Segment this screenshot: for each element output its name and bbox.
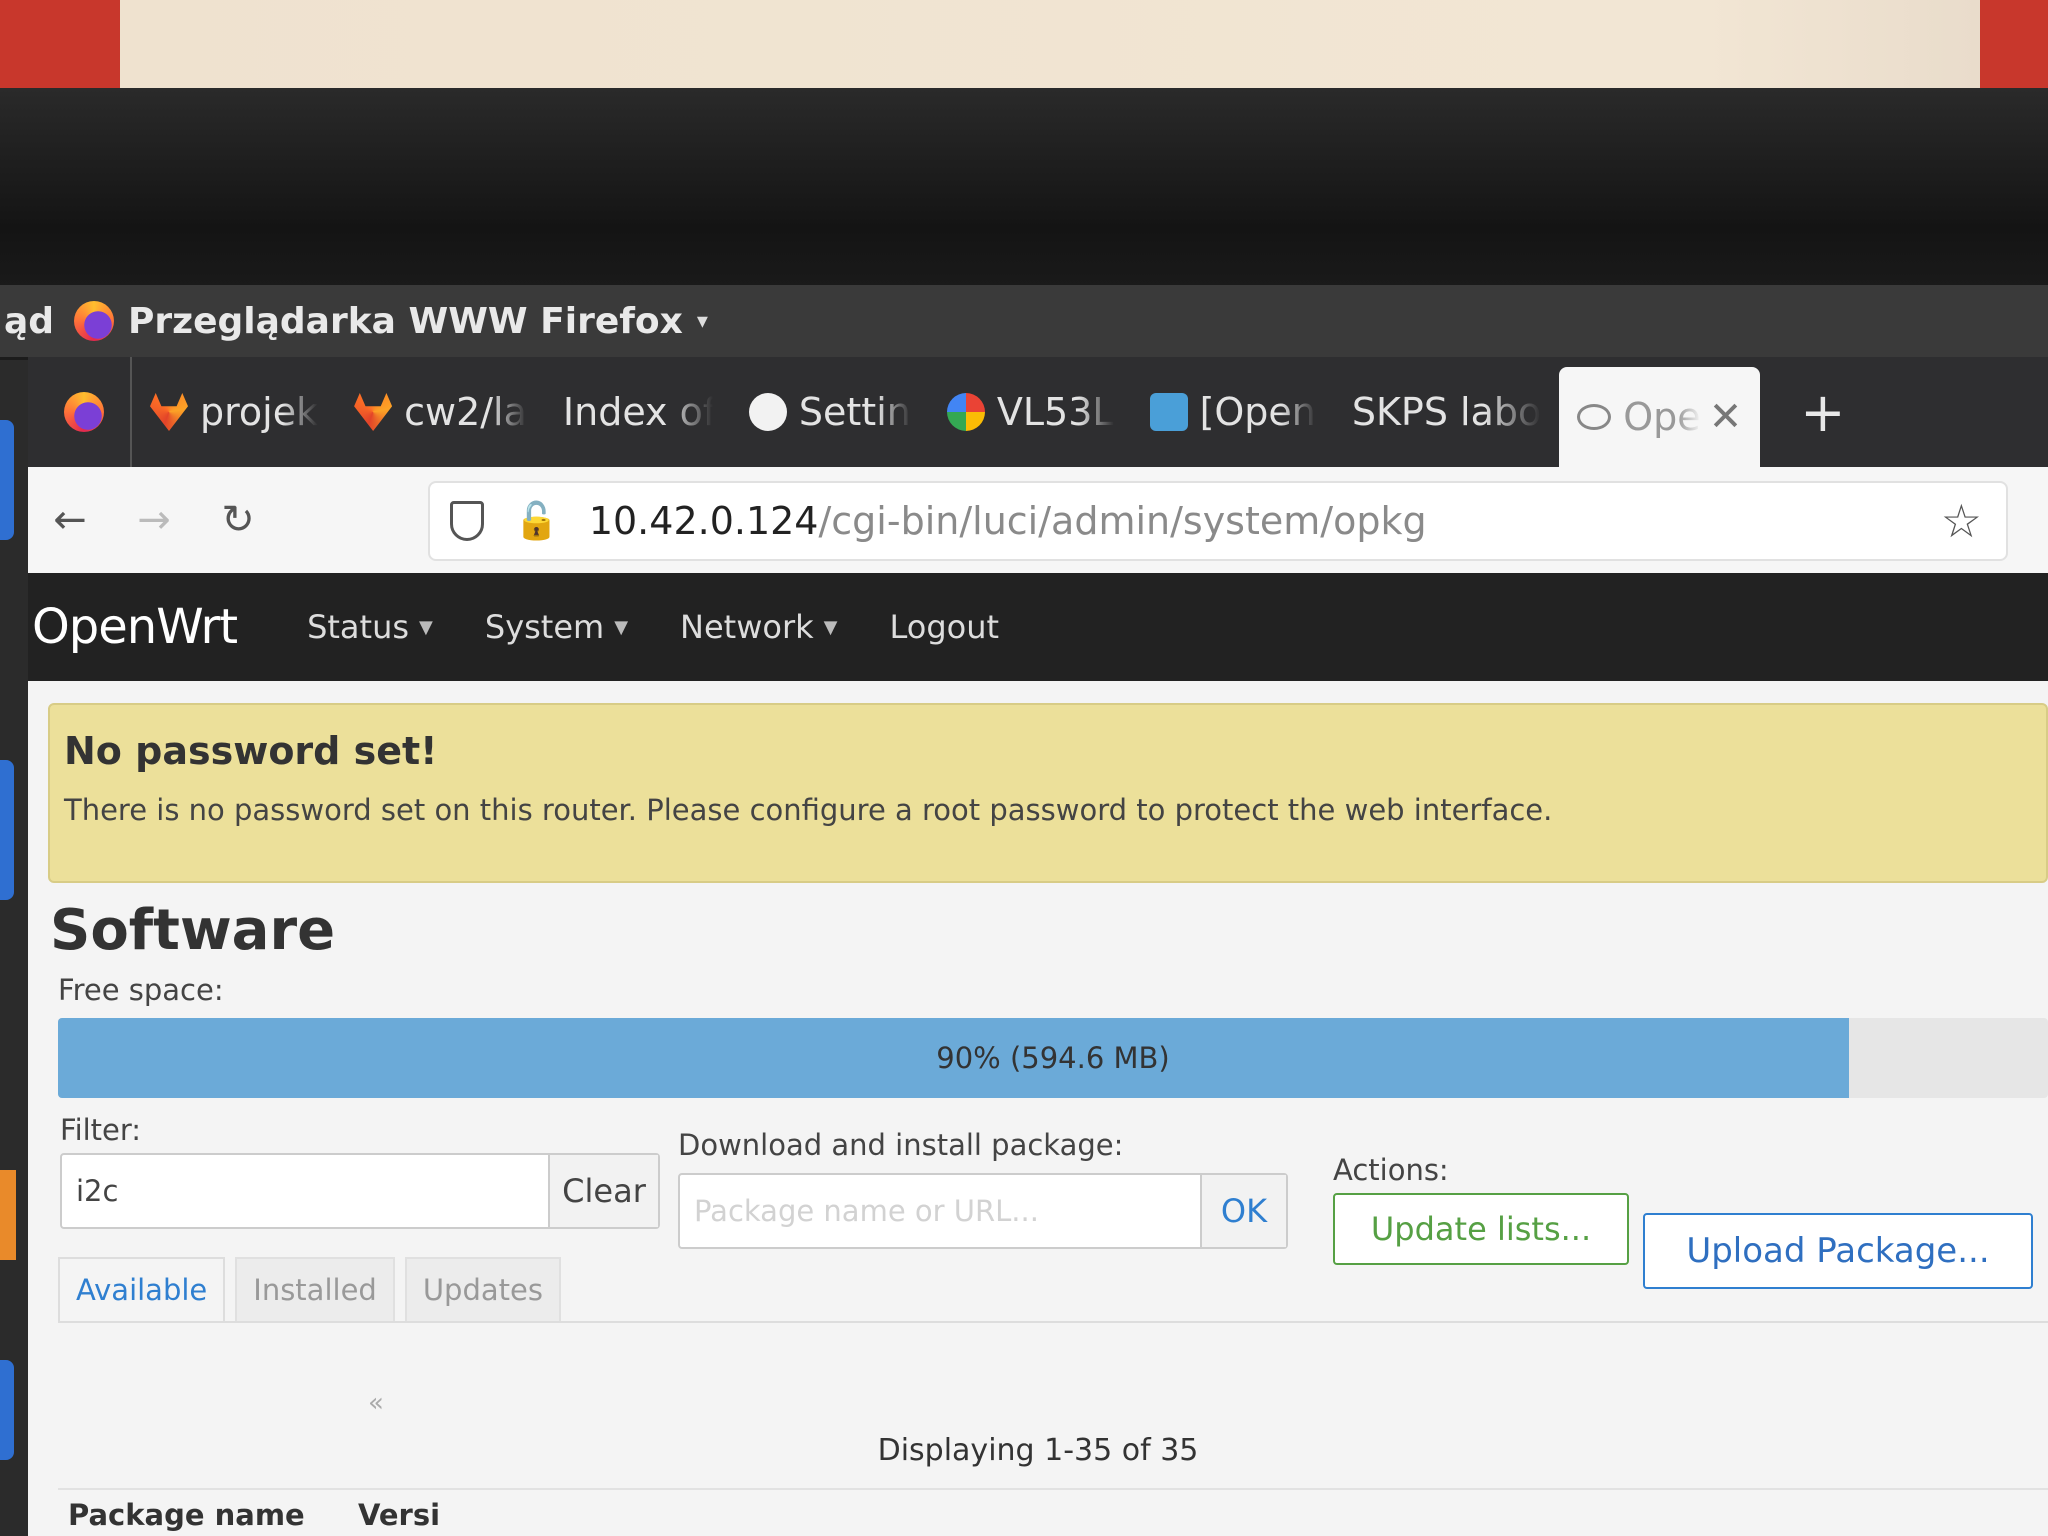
openwrt-header: OpenWrt Status ▼ System ▼ Network ▼ Logo…: [28, 573, 2048, 681]
tab-installed[interactable]: Installed: [235, 1257, 395, 1321]
pager-prev-button[interactable]: «: [368, 1388, 384, 1418]
tab-label: Settin: [798, 390, 911, 434]
table-divider: [58, 1488, 2048, 1490]
clear-button[interactable]: Clear: [548, 1155, 658, 1227]
menu-logout[interactable]: Logout: [890, 608, 1000, 646]
brand-logo[interactable]: OpenWrt: [32, 599, 238, 655]
free-space-label: Free space:: [58, 973, 224, 1007]
download-label: Download and install package:: [678, 1128, 1124, 1162]
free-space-text: 90% (594.6 MB): [936, 1041, 1170, 1075]
chevron-down-icon: ▼: [823, 616, 838, 638]
filter-input[interactable]: [62, 1155, 548, 1227]
dock-edge: [0, 360, 28, 1536]
filter-group: Clear: [60, 1153, 660, 1229]
no-password-alert: No password set! There is no password se…: [48, 703, 2048, 883]
menu-system[interactable]: System ▼: [485, 608, 628, 646]
browser-tab[interactable]: [Open: [1132, 357, 1334, 467]
alert-title: No password set!: [64, 729, 438, 773]
tab-label: projek: [200, 390, 319, 434]
app-icon: [1149, 393, 1188, 431]
background-wall: [0, 0, 2048, 100]
menu-network[interactable]: Network ▼: [680, 608, 837, 646]
menu-label: Network: [680, 608, 814, 646]
tab-label: Index of /: [562, 390, 713, 434]
browser-tab[interactable]: cw2/la: [336, 357, 545, 467]
gitlab-icon: [354, 393, 393, 431]
actions-label: Actions:: [1333, 1153, 1449, 1187]
reload-button[interactable]: ↻: [196, 497, 280, 543]
chevron-down-icon[interactable]: ▾: [697, 309, 708, 334]
column-version[interactable]: Versi: [358, 1498, 440, 1532]
filter-label: Filter:: [60, 1113, 142, 1147]
ok-button[interactable]: OK: [1200, 1175, 1286, 1247]
column-package-name[interactable]: Package name: [68, 1498, 305, 1532]
browser-tab-active[interactable]: Ope ✕: [1559, 367, 1761, 467]
url-bar[interactable]: 🔓 10.42.0.124 /cgi-bin/luci/admin/system…: [428, 481, 2008, 561]
tab-updates[interactable]: Updates: [404, 1257, 561, 1321]
menu-label: System: [484, 608, 605, 646]
browser-tab[interactable]: VL53L: [929, 357, 1132, 467]
chevron-down-icon: ▼: [614, 616, 629, 638]
insecure-lock-icon[interactable]: 🔓: [514, 500, 559, 542]
new-tab-button[interactable]: +: [1800, 381, 1845, 444]
tab-label: SKPS labo: [1351, 390, 1542, 434]
pager-status: Displaying 1-35 of 35: [877, 1433, 1199, 1468]
topbar-fragment: ąd: [4, 300, 55, 342]
topbar-app-name[interactable]: Przeglądarka WWW Firefox: [128, 301, 683, 342]
tab-available[interactable]: Available: [58, 1257, 226, 1321]
download-group: OK: [678, 1173, 1288, 1249]
desktop-topbar: ąd Przeglądarka WWW Firefox ▾: [0, 285, 2048, 357]
tab-label: VL53L: [996, 390, 1114, 434]
page-title: Software: [50, 898, 336, 963]
google-icon: [946, 393, 985, 431]
url-host: 10.42.0.124: [588, 499, 819, 543]
free-space-bar: 90% (594.6 MB): [58, 1018, 2048, 1098]
shield-icon[interactable]: [450, 501, 484, 541]
firefox-icon: [74, 301, 114, 341]
package-url-input[interactable]: [680, 1175, 1200, 1247]
tab-label: cw2/la: [404, 390, 527, 434]
gitlab-icon: [150, 393, 188, 431]
firefox-icon: [64, 392, 104, 432]
github-icon: [748, 393, 787, 431]
close-icon[interactable]: ✕: [1709, 394, 1743, 440]
menu-label: Logout: [889, 608, 1000, 646]
menu-status[interactable]: Status ▼: [307, 608, 433, 646]
browser-tab[interactable]: projek: [132, 357, 336, 467]
menu-label: Status: [307, 608, 410, 646]
browser-tab-strip: projek cw2/la Index of / Settin VL53L [O…: [28, 357, 2048, 467]
browser-tab[interactable]: Settin: [731, 357, 929, 467]
bookmark-star-icon[interactable]: ☆: [1941, 494, 1982, 548]
browser-tab[interactable]: SKPS labo: [1334, 357, 1559, 467]
package-tabs: Available Installed Updates: [58, 1253, 2048, 1323]
openwrt-page: OpenWrt Status ▼ System ▼ Network ▼ Logo…: [28, 573, 2048, 1536]
back-button[interactable]: ←: [28, 497, 112, 543]
tab-label: Ope: [1623, 395, 1701, 439]
firefox-menu-tab[interactable]: [46, 357, 132, 467]
wireless-icon: [1577, 404, 1612, 430]
tab-label: [Open: [1199, 390, 1316, 434]
forward-button[interactable]: →: [112, 497, 196, 543]
monitor-bezel: [0, 88, 2048, 288]
url-path: /cgi-bin/luci/admin/system/opkg: [818, 499, 1427, 543]
browser-nav-bar: ← → ↻ 🔓 10.42.0.124 /cgi-bin/luci/admin/…: [28, 467, 2048, 573]
browser-tab[interactable]: Index of /: [545, 357, 731, 467]
alert-text: There is no password set on this router.…: [64, 793, 1553, 827]
chevron-down-icon: ▼: [419, 616, 433, 638]
